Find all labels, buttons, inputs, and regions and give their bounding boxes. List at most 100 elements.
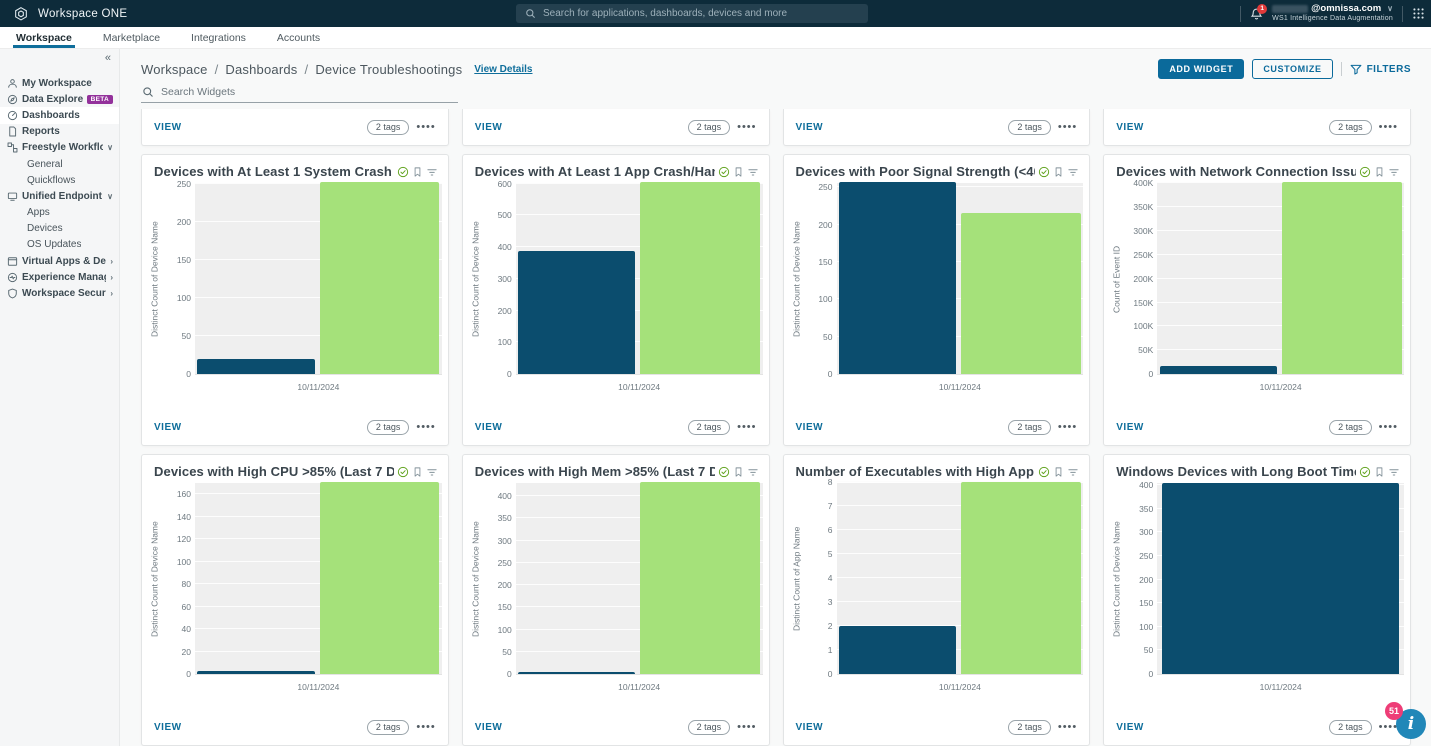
view-button[interactable]: VIEW <box>796 422 824 433</box>
filter-icon[interactable] <box>1388 466 1400 478</box>
customize-button[interactable]: CUSTOMIZE <box>1252 59 1332 79</box>
tags-badge[interactable]: 2 tags <box>1329 420 1372 435</box>
sidebar-item-quickflows[interactable]: Quickflows <box>0 172 119 188</box>
bar-bar_navy[interactable] <box>839 626 956 674</box>
view-button[interactable]: VIEW <box>154 122 182 133</box>
tags-badge[interactable]: 2 tags <box>367 720 410 735</box>
tags-badge[interactable]: 2 tags <box>688 720 731 735</box>
account-menu[interactable]: @omnissa.com ∨ WS1 Intelligence Data Aug… <box>1272 3 1393 24</box>
tags-badge[interactable]: 2 tags <box>367 420 410 435</box>
filter-icon[interactable] <box>1067 166 1079 178</box>
bar-bar_green[interactable] <box>1282 182 1402 374</box>
view-button[interactable]: VIEW <box>475 122 503 133</box>
tags-badge[interactable]: 2 tags <box>367 120 410 135</box>
sidebar-item-unified-endpoint-man[interactable]: Unified Endpoint Man...∨ <box>0 188 119 204</box>
more-menu-icon[interactable]: •••• <box>1058 422 1077 433</box>
check-circle-icon[interactable] <box>1038 466 1050 478</box>
bar-bar_navy[interactable] <box>197 359 314 374</box>
tags-badge[interactable]: 2 tags <box>688 120 731 135</box>
check-circle-icon[interactable] <box>1359 166 1371 178</box>
bar-bar_navy[interactable] <box>839 182 956 374</box>
bar-bar_green[interactable] <box>961 482 1081 674</box>
bar-bar_navy[interactable] <box>518 251 635 374</box>
sidebar-item-data-explorer[interactable]: Data ExplorerBETA <box>0 91 119 107</box>
bar-bar_navy[interactable] <box>518 672 635 674</box>
view-button[interactable]: VIEW <box>1116 122 1144 133</box>
view-button[interactable]: VIEW <box>475 722 503 733</box>
bell-icon[interactable]: 1 <box>1250 7 1263 21</box>
sidebar-item-virtual-apps-deskto[interactable]: Virtual Apps & Deskto...› <box>0 253 119 269</box>
global-search[interactable] <box>516 4 868 23</box>
tab-workspace[interactable]: Workspace <box>13 29 75 48</box>
sidebar-item-workspace-security[interactable]: Workspace Security› <box>0 285 119 301</box>
filter-icon[interactable] <box>747 466 759 478</box>
bookmark-icon[interactable] <box>1053 166 1064 178</box>
view-button[interactable]: VIEW <box>796 122 824 133</box>
check-circle-icon[interactable] <box>718 466 730 478</box>
more-menu-icon[interactable]: •••• <box>1058 122 1077 133</box>
more-menu-icon[interactable]: •••• <box>416 722 435 733</box>
bookmark-icon[interactable] <box>1374 166 1385 178</box>
view-button[interactable]: VIEW <box>154 422 182 433</box>
bar-bar_green[interactable] <box>640 182 760 374</box>
bookmark-icon[interactable] <box>412 166 423 178</box>
sidebar-collapse-icon[interactable]: « <box>105 52 111 64</box>
bookmark-icon[interactable] <box>1374 466 1385 478</box>
app-launcher-icon[interactable] <box>1412 7 1425 20</box>
bar-bar_green[interactable] <box>640 482 760 674</box>
view-button[interactable]: VIEW <box>475 422 503 433</box>
tab-marketplace[interactable]: Marketplace <box>100 29 163 48</box>
filter-icon[interactable] <box>426 166 438 178</box>
view-button[interactable]: VIEW <box>796 722 824 733</box>
tags-badge[interactable]: 2 tags <box>688 420 731 435</box>
add-widget-button[interactable]: ADD WIDGET <box>1158 59 1244 79</box>
sidebar-item-general[interactable]: General <box>0 156 119 172</box>
more-menu-icon[interactable]: •••• <box>1058 722 1077 733</box>
check-circle-icon[interactable] <box>718 166 730 178</box>
more-menu-icon[interactable]: •••• <box>1379 422 1398 433</box>
bookmark-icon[interactable] <box>412 466 423 478</box>
tab-integrations[interactable]: Integrations <box>188 29 249 48</box>
more-menu-icon[interactable]: •••• <box>416 422 435 433</box>
view-button[interactable]: VIEW <box>1116 722 1144 733</box>
sidebar-item-experience-managem[interactable]: Experience Managem...› <box>0 269 119 285</box>
tags-badge[interactable]: 2 tags <box>1008 720 1051 735</box>
filter-icon[interactable] <box>747 166 759 178</box>
more-menu-icon[interactable]: •••• <box>737 422 756 433</box>
bookmark-icon[interactable] <box>733 466 744 478</box>
check-circle-icon[interactable] <box>1038 166 1050 178</box>
filter-icon[interactable] <box>426 466 438 478</box>
bookmark-icon[interactable] <box>1053 466 1064 478</box>
breadcrumb-dashboards[interactable]: Dashboards <box>225 62 297 77</box>
view-button[interactable]: VIEW <box>1116 422 1144 433</box>
more-menu-icon[interactable]: •••• <box>737 122 756 133</box>
tags-badge[interactable]: 2 tags <box>1329 720 1372 735</box>
bar-bar_navy[interactable] <box>197 671 314 674</box>
check-circle-icon[interactable] <box>397 466 409 478</box>
sidebar-item-freestyle-workflows[interactable]: Freestyle Workflows∨ <box>0 140 119 156</box>
sidebar-item-devices[interactable]: Devices <box>0 221 119 237</box>
more-menu-icon[interactable]: •••• <box>416 122 435 133</box>
breadcrumb-workspace[interactable]: Workspace <box>141 62 208 77</box>
more-menu-icon[interactable]: •••• <box>1379 122 1398 133</box>
bar-bar_green[interactable] <box>961 213 1081 374</box>
filters-button[interactable]: FILTERS <box>1350 64 1411 75</box>
global-search-input[interactable] <box>543 8 859 19</box>
bar-bar_green[interactable] <box>320 182 440 374</box>
tags-badge[interactable]: 2 tags <box>1008 120 1051 135</box>
filter-icon[interactable] <box>1067 466 1079 478</box>
filter-icon[interactable] <box>1388 166 1400 178</box>
sidebar-item-dashboards[interactable]: Dashboards <box>0 107 119 123</box>
check-circle-icon[interactable] <box>397 166 409 178</box>
tags-badge[interactable]: 2 tags <box>1008 420 1051 435</box>
view-button[interactable]: VIEW <box>154 722 182 733</box>
sidebar-item-os-updates[interactable]: OS Updates <box>0 237 119 253</box>
more-menu-icon[interactable]: •••• <box>737 722 756 733</box>
bar-bar_navy[interactable] <box>1162 483 1399 674</box>
widget-search-input[interactable] <box>161 86 458 98</box>
bar-bar_green[interactable] <box>320 482 440 674</box>
sidebar-item-apps[interactable]: Apps <box>0 205 119 221</box>
bar-bar_navy[interactable] <box>1160 366 1277 374</box>
widget-search[interactable] <box>141 85 458 103</box>
bookmark-icon[interactable] <box>733 166 744 178</box>
